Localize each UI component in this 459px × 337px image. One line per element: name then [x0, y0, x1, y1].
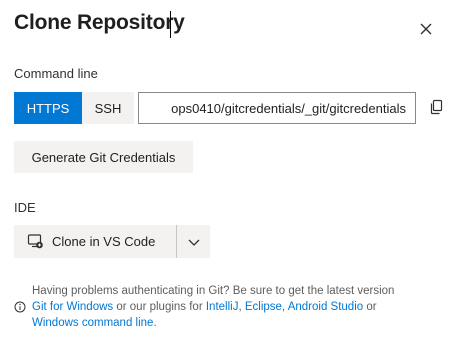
clone-ide-split-button: Clone in VS Code: [14, 225, 210, 258]
clone-url-value: ops0410/gitcredentials/_git/gitcredentia…: [171, 100, 406, 116]
vscode-icon: [27, 234, 43, 249]
help-text: Having problems authenticating in Git? B…: [32, 283, 432, 331]
windows-command-line-link[interactable]: Windows command line: [32, 317, 153, 329]
clone-url-field[interactable]: ops0410/gitcredentials/_git/gitcredentia…: [138, 92, 416, 124]
close-button[interactable]: [416, 19, 436, 39]
help-text-5: or: [363, 301, 377, 313]
clone-in-vscode-label: Clone in VS Code: [52, 234, 156, 249]
https-button[interactable]: HTTPS: [14, 92, 82, 124]
help-text-6: .: [153, 317, 157, 329]
ide-dropdown-button[interactable]: [177, 225, 210, 258]
clone-repository-dialog: Clone Repository Command line HTTPS SSH …: [0, 0, 459, 337]
android-studio-link[interactable]: Android Studio: [288, 301, 363, 313]
copy-icon: [430, 99, 443, 115]
help-text-2: or our plugins for: [113, 301, 206, 313]
command-line-label: Command line: [14, 66, 98, 81]
text-caret: [170, 11, 171, 38]
intellij-link[interactable]: IntelliJ: [206, 301, 239, 313]
info-icon: [14, 301, 26, 313]
dialog-title: Clone Repository: [14, 11, 185, 34]
git-for-windows-link[interactable]: Git for Windows: [32, 301, 113, 313]
protocol-toggle: HTTPS SSH: [14, 92, 134, 124]
ide-label: IDE: [14, 200, 36, 215]
clone-in-vscode-button[interactable]: Clone in VS Code: [14, 225, 176, 258]
close-icon: [420, 23, 432, 35]
generate-git-credentials-button[interactable]: Generate Git Credentials: [14, 141, 193, 173]
copy-url-button[interactable]: [428, 98, 446, 116]
eclipse-link[interactable]: Eclipse: [245, 301, 282, 313]
chevron-down-icon: [188, 239, 199, 246]
ssh-button[interactable]: SSH: [82, 92, 134, 124]
help-text-1: Having problems authenticating in Git? B…: [32, 285, 395, 297]
